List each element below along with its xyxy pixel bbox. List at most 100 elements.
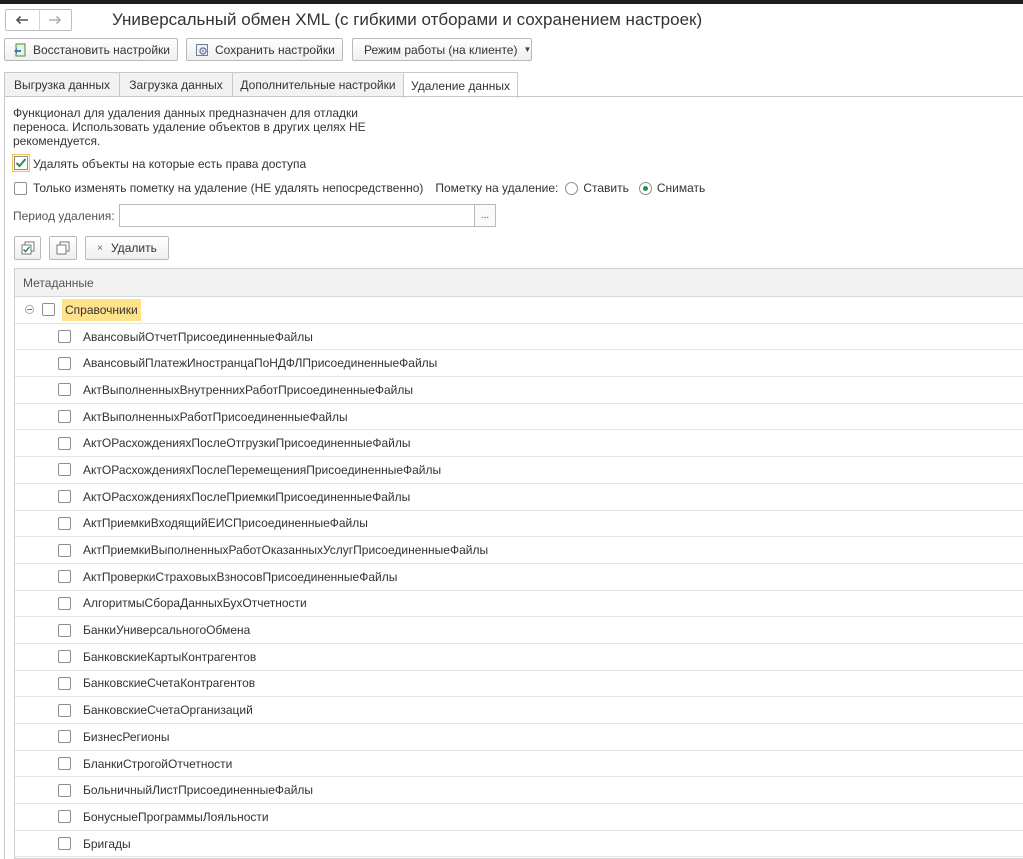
- row-checkbox[interactable]: [58, 783, 71, 797]
- window-title: Универсальный обмен XML (с гибкими отбор…: [112, 10, 703, 29]
- row-checkbox[interactable]: [58, 410, 71, 424]
- only-mark-checkbox[interactable]: [14, 181, 27, 195]
- navigation-buttons: [5, 9, 72, 31]
- row-checkbox[interactable]: [58, 703, 71, 717]
- row-label: АвансовыйОтчетПрисоединенныеФайлы: [83, 329, 313, 344]
- restore-settings-label: Восстановить настройки: [33, 42, 170, 57]
- row-label: Бригады: [83, 836, 131, 851]
- ellipsis-icon: ...: [480, 210, 490, 221]
- check-all-icon: [21, 241, 34, 255]
- delete-accessible-label[interactable]: Удалять объекты на которые есть права до…: [33, 157, 306, 171]
- row-checkbox[interactable]: [58, 356, 71, 370]
- table-row[interactable]: БанковскиеСчетаКонтрагентов: [15, 671, 1023, 698]
- row-checkbox[interactable]: [58, 810, 71, 824]
- table-row[interactable]: АктПриемкиВыполненныхРаботОказанныхУслуг…: [15, 537, 1023, 564]
- forward-button[interactable]: [38, 10, 72, 30]
- row-checkbox[interactable]: [42, 303, 55, 317]
- table-row-root[interactable]: Справочники: [15, 297, 1023, 324]
- save-settings-label: Сохранить настройки: [215, 42, 335, 57]
- row-checkbox[interactable]: [58, 730, 71, 744]
- tab-delete-data[interactable]: Удаление данных: [403, 72, 518, 98]
- period-select-button[interactable]: ...: [475, 204, 496, 227]
- table-row[interactable]: АктПриемкиВходящийЕИСПрисоединенныеФайлы: [15, 511, 1023, 538]
- row-checkbox[interactable]: [58, 543, 71, 557]
- row-checkbox[interactable]: [58, 676, 71, 690]
- mark-unset-label[interactable]: Снимать: [657, 181, 705, 195]
- mark-set-radio[interactable]: [565, 181, 579, 195]
- table-row[interactable]: АктОРасхожденияхПослеПеремещенияПрисоеди…: [15, 457, 1023, 484]
- tab-additional-settings[interactable]: Дополнительные настройки: [232, 72, 404, 97]
- row-label: АктОРасхожденияхПослеОтгрузкиПрисоединен…: [83, 436, 411, 451]
- row-label: АктПриемкиВыполненныхРаботОказанныхУслуг…: [83, 543, 489, 558]
- table-row[interactable]: АктОРасхожденияхПослеПриемкиПрисоединенн…: [15, 484, 1023, 511]
- table-header: Метаданные: [15, 269, 1023, 297]
- tab-import-label: Загрузка данных: [129, 78, 223, 92]
- table-row[interactable]: АктПроверкиСтраховыхВзносовПрисоединенны…: [15, 564, 1023, 591]
- only-mark-label[interactable]: Только изменять пометку на удаление (НЕ …: [33, 181, 423, 195]
- delete-description: Функционал для удаления данных предназна…: [13, 106, 366, 148]
- row-checkbox[interactable]: [58, 570, 71, 584]
- row-checkbox[interactable]: [58, 596, 71, 610]
- row-checkbox[interactable]: [58, 436, 71, 450]
- close-icon: ×: [97, 242, 103, 254]
- arrow-right-icon: [49, 15, 62, 25]
- restore-icon: [13, 43, 27, 57]
- table-row[interactable]: БонусныеПрограммыЛояльности: [15, 804, 1023, 831]
- row-label: БанковскиеСчетаКонтрагентов: [83, 676, 256, 691]
- row-label: АктОРасхожденияхПослеПриемкиПрисоединенн…: [83, 489, 411, 504]
- column-header-metadata[interactable]: Метаданные: [23, 276, 94, 290]
- table-row[interactable]: АвансовыйОтчетПрисоединенныеФайлы: [15, 324, 1023, 351]
- table-row[interactable]: БланкиСтрогойОтчетности: [15, 751, 1023, 778]
- row-checkbox[interactable]: [58, 490, 71, 504]
- table-row[interactable]: АвансовыйПлатежИностранцаПоНДФЛПрисоедин…: [15, 350, 1023, 378]
- row-label: БизнесРегионы: [83, 729, 170, 744]
- row-label: АктОРасхожденияхПослеПеремещенияПрисоеди…: [83, 462, 442, 477]
- table-row[interactable]: Бригады: [15, 831, 1023, 858]
- row-checkbox[interactable]: [58, 383, 71, 397]
- row-checkbox[interactable]: [58, 757, 71, 771]
- delete-accessible-checkbox[interactable]: [12, 154, 30, 172]
- table-row[interactable]: БанкиУниверсальногоОбмена: [15, 617, 1023, 644]
- table-row[interactable]: АлгоритмыСбораДанныхБухОтчетности: [15, 591, 1023, 618]
- table-row[interactable]: БанковскиеСчетаОрганизаций: [15, 697, 1023, 724]
- row-label: АлгоритмыСбораДанныхБухОтчетности: [83, 596, 307, 611]
- mode-dropdown[interactable]: Режим работы (на клиенте) ▼: [352, 38, 532, 61]
- row-label: БонусныеПрограммыЛояльности: [83, 809, 269, 824]
- back-button[interactable]: [6, 10, 39, 30]
- row-checkbox[interactable]: [58, 330, 71, 344]
- check-all-button[interactable]: [14, 236, 41, 260]
- table-row[interactable]: АктОРасхожденияхПослеОтгрузкиПрисоединен…: [15, 430, 1023, 458]
- save-settings-button[interactable]: Сохранить настройки: [186, 38, 343, 61]
- row-checkbox[interactable]: [58, 837, 71, 851]
- period-input[interactable]: [119, 204, 475, 227]
- row-checkbox[interactable]: [58, 516, 71, 530]
- tab-export[interactable]: Выгрузка данных: [4, 72, 120, 97]
- checkmark-icon: [14, 156, 28, 170]
- row-label: БланкиСтрогойОтчетности: [83, 756, 233, 771]
- tab-strip: Выгрузка данных Загрузка данных Дополнит…: [4, 72, 1023, 98]
- tab-import[interactable]: Загрузка данных: [119, 72, 233, 97]
- root-label: Справочники: [62, 298, 141, 321]
- row-checkbox[interactable]: [58, 463, 71, 477]
- row-label: АктПриемкиВходящийЕИСПрисоединенныеФайлы: [83, 516, 368, 531]
- restore-settings-button[interactable]: Восстановить настройки: [4, 38, 178, 61]
- arrow-left-icon: [16, 15, 29, 25]
- collapse-icon[interactable]: [25, 305, 34, 315]
- mark-set-label[interactable]: Ставить: [583, 181, 629, 195]
- table-row[interactable]: БизнесРегионы: [15, 724, 1023, 751]
- table-row[interactable]: АктВыполненныхВнутреннихРаботПрисоединен…: [15, 377, 1023, 404]
- uncheck-all-icon: [56, 241, 70, 255]
- row-checkbox[interactable]: [58, 623, 71, 637]
- uncheck-all-button[interactable]: [49, 236, 77, 260]
- save-settings-icon: [195, 43, 209, 57]
- delete-button[interactable]: × Удалить: [85, 236, 169, 260]
- row-checkbox[interactable]: [58, 650, 71, 664]
- table-body: АвансовыйОтчетПрисоединенныеФайлы Авансов…: [15, 324, 1023, 858]
- table-row[interactable]: БольничныйЛистПрисоединенныеФайлы: [15, 777, 1023, 805]
- table-row[interactable]: АктВыполненныхРаботПрисоединенныеФайлы: [15, 404, 1023, 431]
- row-label: БанковскиеСчетаОрганизаций: [83, 703, 253, 718]
- table-row[interactable]: БанковскиеКартыКонтрагентов: [15, 644, 1023, 671]
- mark-unset-radio[interactable]: [638, 181, 652, 195]
- tab-delete-label: Удаление данных: [411, 78, 510, 93]
- row-label: БольничныйЛистПрисоединенныеФайлы: [83, 783, 314, 798]
